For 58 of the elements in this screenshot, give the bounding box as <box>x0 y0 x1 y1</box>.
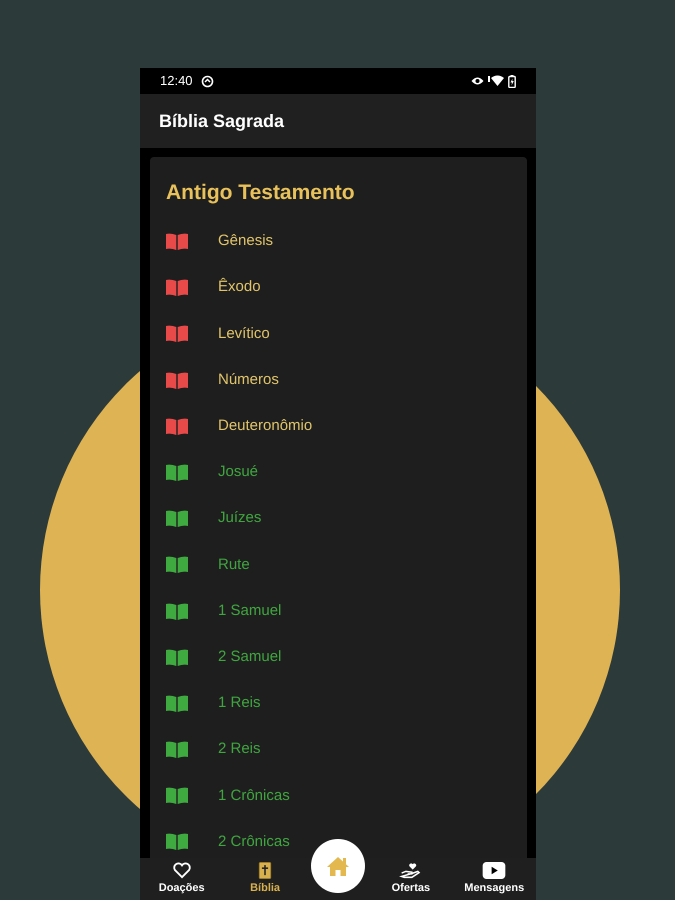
section-title: Antigo Testamento <box>166 180 356 206</box>
book-row[interactable]: Êxodo <box>166 274 261 302</box>
book-row[interactable]: 2 Samuel <box>166 643 282 672</box>
app-title: Bíblia Sagrada <box>159 110 284 133</box>
hand-heart-icon <box>398 862 423 878</box>
book-name: 1 Samuel <box>218 600 282 621</box>
book-row[interactable]: 1 Samuel <box>166 597 282 625</box>
book-name: 1 Reis <box>218 693 261 714</box>
book-name: Rute <box>218 554 250 575</box>
book-row[interactable]: Josué <box>166 458 258 486</box>
book-row[interactable]: 2 Crônicas <box>166 828 290 856</box>
book-name: Levítico <box>218 324 270 344</box>
book-icon <box>166 279 188 296</box>
book-icon <box>166 833 188 850</box>
heart-icon <box>172 862 192 878</box>
book-name: Josué <box>218 462 258 482</box>
book-row[interactable]: 2 Reis <box>166 736 261 764</box>
wifi-icon <box>488 75 504 87</box>
book-row[interactable]: Números <box>166 366 279 394</box>
book-row[interactable]: Juízes <box>166 504 262 533</box>
eye-icon <box>471 76 484 86</box>
book-row[interactable]: 1 Crônicas <box>166 782 290 810</box>
cross-book-icon <box>257 862 274 878</box>
book-name: Juízes <box>218 508 262 528</box>
book-icon <box>166 325 188 342</box>
book-icon <box>166 648 188 666</box>
status-time: 12:40 <box>160 72 193 90</box>
book-icon <box>166 602 188 620</box>
book-icon <box>166 418 188 435</box>
book-icon <box>166 556 188 574</box>
book-icon <box>166 741 188 758</box>
nav-tab[interactable]: Mensagens <box>456 862 532 896</box>
book-icon <box>166 372 188 389</box>
book-icon <box>166 233 188 250</box>
battery-icon <box>508 74 516 88</box>
home-icon <box>326 856 350 876</box>
book-icon <box>166 464 188 481</box>
sync-icon <box>200 74 214 88</box>
nav-tab[interactable]: Ofertas <box>373 862 448 896</box>
nav-tab[interactable]: Doações <box>144 862 220 896</box>
nav-tab[interactable]: Bíblia <box>228 862 303 896</box>
book-name: Deuteronômio <box>218 416 312 436</box>
book-name: Gênesis <box>218 231 274 252</box>
book-icon <box>166 694 188 712</box>
book-name: Números <box>218 370 279 390</box>
book-row[interactable]: Gênesis <box>166 228 274 256</box>
book-name: 2 Crônicas <box>218 832 290 852</box>
book-row[interactable]: Levítico <box>166 320 270 348</box>
book-icon <box>166 510 188 528</box>
book-row[interactable]: Rute <box>166 550 250 579</box>
play-icon <box>482 862 506 878</box>
book-name: 2 Reis <box>218 739 261 760</box>
book-row[interactable]: 1 Reis <box>166 689 261 718</box>
book-name: Êxodo <box>218 276 261 298</box>
book-icon <box>166 787 188 804</box>
book-row[interactable]: Deuteronômio <box>166 412 312 440</box>
book-name: 1 Crônicas <box>218 786 290 806</box>
book-name: 2 Samuel <box>218 646 282 667</box>
